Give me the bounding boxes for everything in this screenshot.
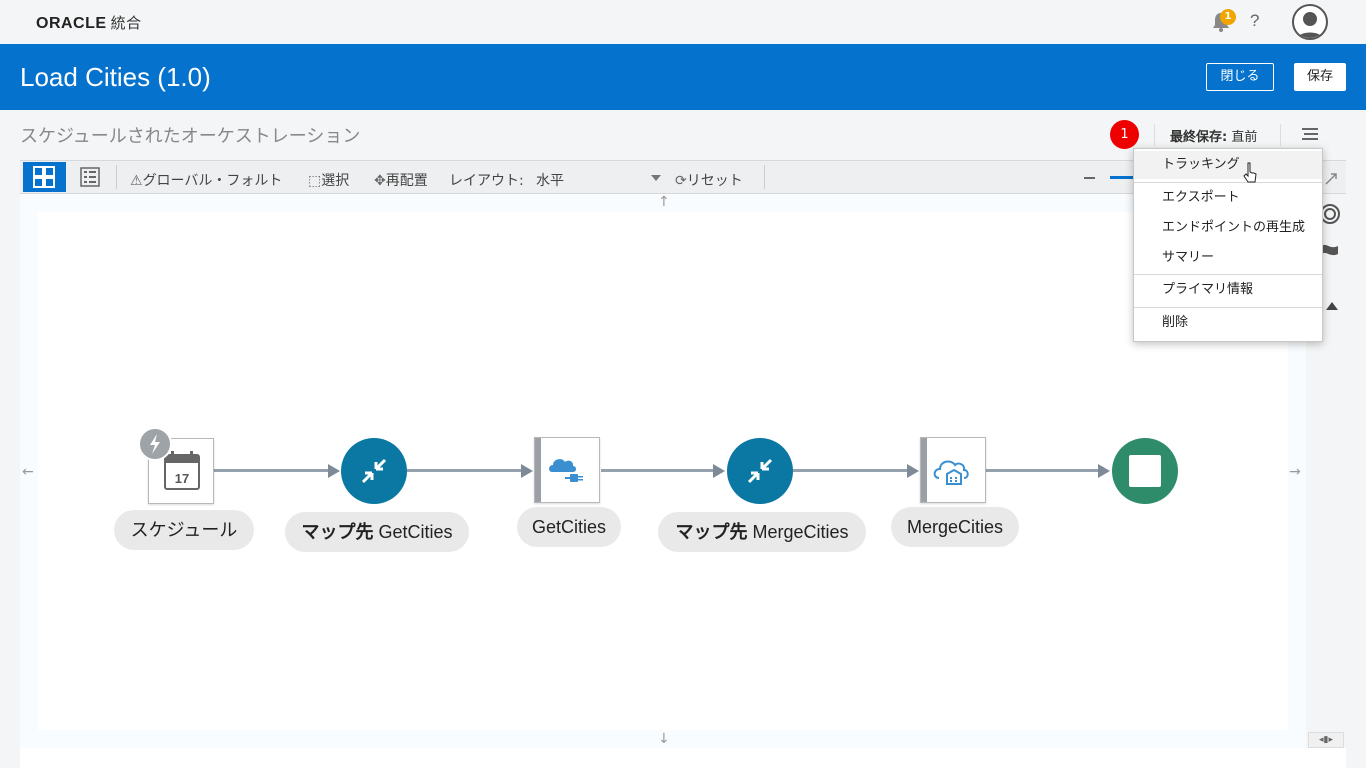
warning-icon: ⚠	[130, 173, 143, 189]
menu-item-summary[interactable]: サマリー	[1134, 244, 1322, 272]
menu-divider	[1134, 307, 1322, 308]
divider	[1154, 124, 1155, 146]
chevron-down-icon[interactable]	[651, 175, 661, 181]
map-icon	[747, 458, 773, 484]
rearrange-label: 再配置	[385, 173, 428, 189]
connector-arrowhead	[521, 464, 533, 478]
calendar-day: 17	[175, 471, 189, 486]
oracle-logo[interactable]: ORACLE 統合	[36, 12, 142, 33]
integration-pattern-label: スケジュールされたオーケストレーション	[20, 126, 361, 147]
mouse-cursor-icon	[1243, 162, 1257, 183]
connector-line	[407, 469, 523, 472]
menu-divider	[1134, 274, 1322, 275]
getcities-invoke-node[interactable]	[534, 437, 600, 503]
global-fault-label: グローバル・フォルト	[142, 173, 283, 189]
list-view-icon[interactable]	[80, 167, 100, 187]
last-saved-status: 最終保存: 直前	[1170, 126, 1257, 145]
menu-item-tracking[interactable]: トラッキング	[1134, 151, 1322, 179]
reset-button[interactable]: ⟳リセット	[675, 170, 743, 190]
logo-brand: ORACLE	[36, 15, 107, 32]
node-label-text: GetCities	[378, 522, 453, 542]
help-icon[interactable]: ?	[1250, 11, 1259, 31]
zoom-out-icon[interactable]	[1084, 177, 1095, 179]
node-label-text: MergeCities	[906, 517, 1004, 537]
connector-line	[793, 469, 909, 472]
divider	[116, 165, 117, 189]
save-button[interactable]: 保存	[1294, 63, 1346, 91]
mergecities-invoke-label: MergeCities	[891, 507, 1019, 547]
reset-label: リセット	[686, 173, 743, 189]
mergecities-invoke-node[interactable]	[920, 437, 986, 503]
map-prefix: マップ先	[675, 522, 748, 542]
map-prefix: マップ先	[301, 522, 374, 542]
actions-menu: トラッキング エクスポート エンドポイントの再生成 サマリー プライマリ情報 削…	[1133, 148, 1323, 342]
lightning-icon	[150, 434, 160, 454]
avatar[interactable]	[1292, 4, 1328, 40]
map-getcities-label: マップ先 GetCities	[285, 512, 469, 552]
layout-select[interactable]: 水平	[536, 170, 564, 190]
pan-up-icon[interactable]: ↑	[658, 194, 670, 210]
rearrange-button[interactable]: ✥再配置	[374, 170, 428, 190]
menu-item-export[interactable]: エクスポート	[1134, 184, 1322, 212]
menu-item-regenerate-endpoint[interactable]: エンドポイントの再生成	[1134, 214, 1322, 242]
layout-label: レイアウト:	[449, 173, 524, 189]
close-button[interactable]: 閉じる	[1206, 63, 1274, 91]
connector-arrowhead	[1098, 464, 1110, 478]
error-count-badge[interactable]: 1	[1110, 120, 1139, 149]
canvas-view-button[interactable]	[23, 162, 66, 192]
last-saved-label: 最終保存:	[1170, 130, 1228, 145]
map-getcities-node[interactable]	[341, 438, 407, 504]
getcities-invoke-label: GetCities	[517, 507, 621, 547]
end-node[interactable]	[1112, 438, 1178, 504]
connector-line	[214, 469, 330, 472]
puzzle-icon	[33, 166, 55, 188]
notification-badge: 1	[1220, 9, 1236, 25]
cloud-building-icon	[933, 460, 969, 485]
stop-icon	[1129, 455, 1161, 487]
user-icon	[1297, 12, 1323, 38]
pan-right-icon[interactable]: →	[1289, 464, 1301, 480]
trigger-badge	[138, 427, 172, 461]
map-mergecities-node[interactable]	[727, 438, 793, 504]
connector-arrowhead	[328, 464, 340, 478]
selection-icon: ⬚	[308, 173, 322, 189]
global-fault-button[interactable]: ⚠グローバル・フォルト	[130, 170, 282, 190]
node-label-text: スケジュール	[130, 520, 238, 540]
cloud-plug-icon	[549, 459, 583, 482]
actions-menu-icon[interactable]	[1302, 128, 1318, 142]
connector-arrowhead	[713, 464, 725, 478]
divider	[764, 165, 765, 189]
scroll-control[interactable]: ◂▮▸	[1308, 732, 1344, 748]
schedule-node-label: スケジュール	[114, 510, 254, 550]
last-saved-value: 直前	[1231, 130, 1258, 145]
logo-product: 統合	[110, 15, 142, 32]
connector-line	[986, 469, 1100, 472]
move-icon: ✥	[374, 173, 386, 189]
connector-line	[601, 469, 715, 472]
refresh-icon: ⟳	[675, 173, 687, 189]
page-title: Load Cities (1.0)	[20, 62, 211, 92]
menu-item-delete[interactable]: 削除	[1134, 309, 1322, 337]
select-label: 選択	[321, 173, 350, 189]
menu-divider	[1134, 182, 1322, 183]
footer-area	[20, 748, 1346, 768]
node-label-text: MergeCities	[752, 522, 849, 542]
map-mergecities-label: マップ先 MergeCities	[658, 512, 866, 552]
title-band: Load Cities (1.0) 閉じる 保存	[0, 44, 1366, 110]
divider	[1280, 124, 1281, 146]
pan-down-icon[interactable]: ↓	[658, 731, 670, 747]
node-label-text: GetCities	[531, 517, 607, 537]
pan-left-icon[interactable]: ←	[22, 464, 34, 480]
select-button[interactable]: ⬚選択	[308, 170, 349, 190]
map-icon	[361, 458, 387, 484]
top-bar: ORACLE 統合 1 ?	[0, 0, 1366, 44]
menu-item-primary-info[interactable]: プライマリ情報	[1134, 276, 1322, 304]
connector-arrowhead	[907, 464, 919, 478]
